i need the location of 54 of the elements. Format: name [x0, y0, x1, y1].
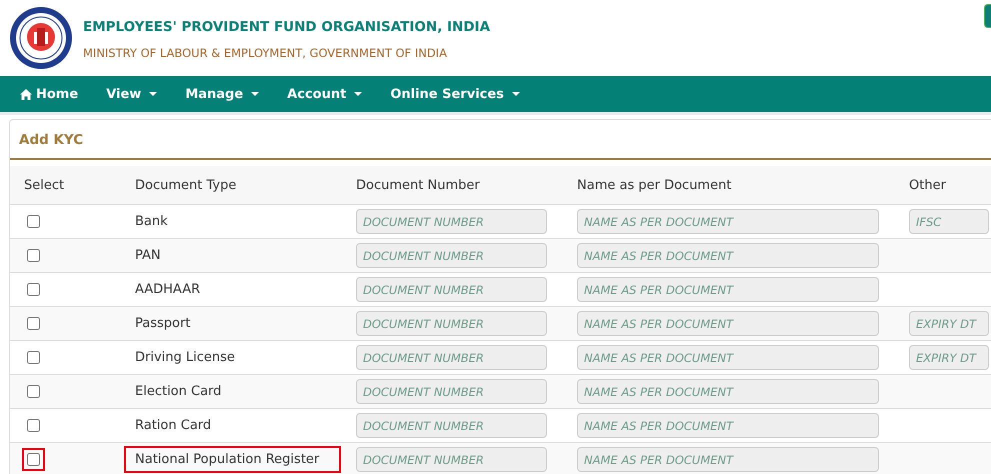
nav-link[interactable]: Account	[287, 86, 362, 102]
input-field[interactable]: NAME AS PER DOCUMENT	[577, 379, 879, 404]
input-field[interactable]: IFSC	[909, 209, 989, 234]
checkbox[interactable]	[27, 249, 40, 262]
input-field[interactable]: DOCUMENT NUMBER	[356, 243, 547, 268]
nav-link[interactable]: Manage	[185, 86, 260, 102]
input-field[interactable]: DOCUMENT NUMBER	[356, 209, 547, 234]
column-header: Other	[909, 166, 991, 204]
checkbox[interactable]	[27, 351, 40, 364]
nav-link[interactable]: Home	[20, 86, 78, 102]
caret-icon	[251, 92, 260, 96]
checkbox[interactable]	[27, 283, 40, 296]
emblem-logo	[9, 6, 73, 70]
input-field[interactable]: NAME AS PER DOCUMENT	[577, 277, 879, 302]
input-field[interactable]: NAME AS PER DOCUMENT	[577, 243, 879, 268]
nav-link[interactable]: View	[106, 86, 158, 102]
checkbox[interactable]	[27, 419, 40, 432]
document-type: Election Card	[134, 383, 222, 401]
ministry-subtitle: MINISTRY OF LABOUR & EMPLOYMENT, GOVERNMENT OF INDIA	[83, 46, 448, 60]
organisation-title: EMPLOYEES' PROVIDENT FUND ORGANISATION, INDIA	[83, 18, 490, 34]
input-field[interactable]: DOCUMENT NUMBER	[356, 277, 547, 302]
input-field[interactable]: NAME AS PER DOCUMENT	[577, 209, 879, 234]
document-type: AADHAAR	[134, 281, 202, 299]
caret-icon	[149, 92, 158, 96]
input-field[interactable]: DOCUMENT NUMBER	[356, 413, 547, 438]
document-type: National Population Register	[124, 446, 342, 473]
column-header: Document Number	[356, 166, 577, 204]
document-type: Driving License	[134, 349, 236, 367]
caret-icon	[354, 92, 362, 96]
checkbox[interactable]	[27, 385, 40, 398]
input-field[interactable]: DOCUMENT NUMBER	[356, 379, 547, 404]
input-field[interactable]: NAME AS PER DOCUMENT	[577, 413, 879, 438]
input-field[interactable]: DOCUMENT NUMBER	[356, 311, 547, 336]
document-type: Ration Card	[134, 417, 212, 435]
input-field[interactable]: DOCUMENT NUMBER	[356, 345, 547, 370]
checkbox[interactable]	[27, 317, 40, 330]
input-field[interactable]: NAME AS PER DOCUMENT	[577, 447, 879, 472]
column-header: Document Type	[135, 166, 356, 204]
document-type: Bank	[134, 213, 169, 231]
column-header: Select	[10, 166, 135, 204]
document-type: PAN	[134, 247, 162, 265]
checkbox[interactable]	[27, 453, 40, 466]
checkbox[interactable]	[27, 215, 40, 228]
caret-icon	[512, 92, 520, 96]
home-icon	[20, 88, 32, 100]
panel-title: Add KYC	[10, 120, 991, 160]
input-field[interactable]: DOCUMENT NUMBER	[356, 447, 547, 472]
input-field[interactable]: EXPIRY DT	[909, 311, 989, 336]
nav-link[interactable]: Online Services	[390, 86, 520, 102]
input-field[interactable]: EXPIRY DT	[909, 345, 989, 370]
input-field[interactable]: NAME AS PER DOCUMENT	[577, 345, 879, 370]
column-header: Name as per Document	[577, 166, 909, 204]
input-field[interactable]: NAME AS PER DOCUMENT	[577, 311, 879, 336]
document-type: Passport	[134, 315, 192, 333]
